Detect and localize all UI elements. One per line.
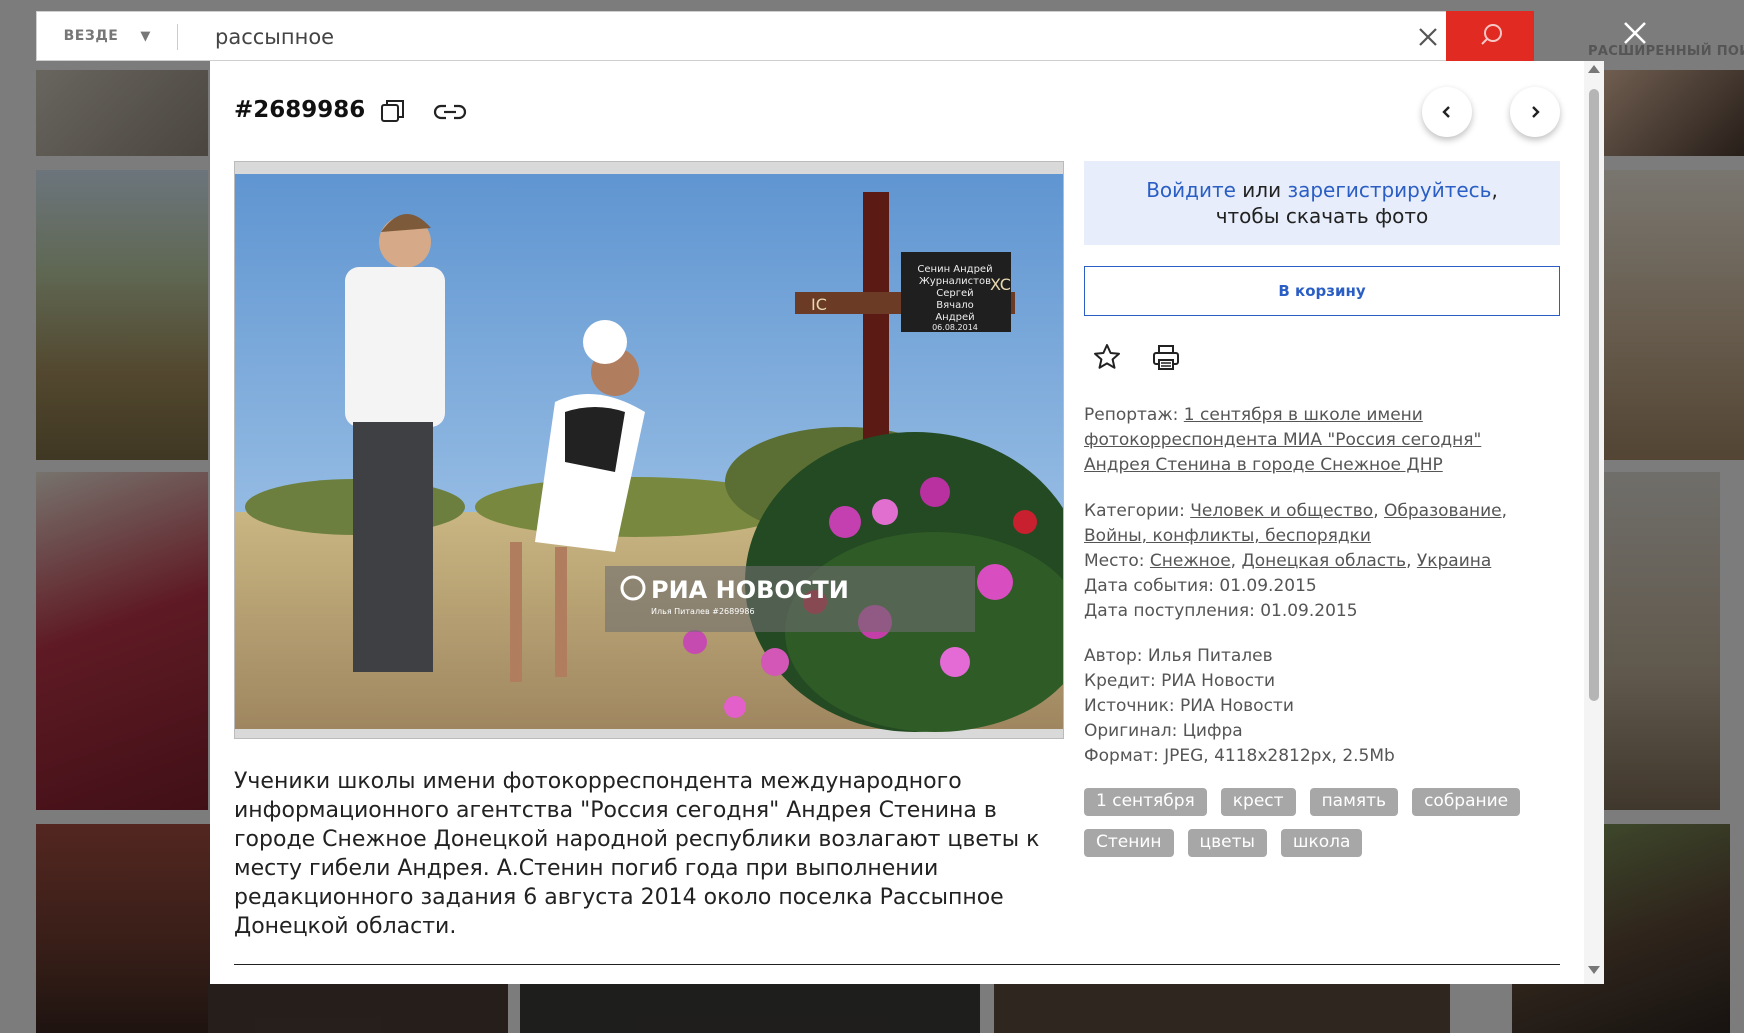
tag-chip[interactable]: 1 сентября xyxy=(1084,788,1207,816)
clear-icon[interactable] xyxy=(1413,22,1443,52)
login-comma: , xyxy=(1491,178,1498,202)
place-link[interactable]: Донецкая область xyxy=(1241,551,1406,571)
tag-chip[interactable]: собрание xyxy=(1412,788,1521,816)
tag-chip[interactable]: школа xyxy=(1280,829,1363,857)
received-date: Дата поступления: 01.09.2015 xyxy=(1084,601,1358,621)
previous-photo-button[interactable] xyxy=(1422,87,1472,137)
reportage-link-line-2[interactable]: фотокорреспондента МИА "Россия сегодня" xyxy=(1084,430,1481,450)
plaque-text-4: Вячало xyxy=(936,300,973,311)
main-photo[interactable]: Сенин Андрей Журналистов Сергей Вячало А… xyxy=(234,161,1064,739)
modal-scrollbar[interactable] xyxy=(1584,61,1604,984)
photo-modal: #2689986 Сенин Андрей Журналистов Сергей… xyxy=(210,61,1604,984)
cross-letters-left: IC xyxy=(811,295,827,314)
advanced-search-link[interactable]: РАСШИРЕННЫЙ ПОИ xyxy=(1588,44,1744,59)
plaque-text-1: Сенин Андрей xyxy=(917,264,992,275)
watermark-credit: Илья Питалев #2689986 xyxy=(651,607,755,616)
login-download-text: чтобы скачать фото xyxy=(1215,204,1429,228)
plaque-text-2: Журналистов xyxy=(919,276,991,287)
search-input[interactable] xyxy=(213,18,1417,56)
reportage-block: Репортаж: 1 сентября в школе имени фоток… xyxy=(1084,403,1560,478)
add-to-cart-button[interactable]: В корзину xyxy=(1084,266,1560,316)
details-block: Категории: Человек и общество, Образован… xyxy=(1084,499,1560,624)
register-link[interactable]: зарегистрируйтесь xyxy=(1287,178,1491,202)
chevron-left-icon xyxy=(1442,106,1450,118)
place-label: Место: xyxy=(1084,551,1150,571)
file-format: Формат: JPEG, 4118x2812px, 2.5Mb xyxy=(1084,746,1395,766)
place-link[interactable]: Снежное xyxy=(1150,551,1231,571)
event-date: Дата события: 01.09.2015 xyxy=(1084,576,1317,596)
reportage-label: Репортаж: xyxy=(1084,405,1184,425)
tag-chip[interactable]: цветы xyxy=(1187,829,1267,857)
watermark-brand: РИА НОВОСТИ xyxy=(651,576,849,604)
cross-letters-right: XC xyxy=(990,275,1011,294)
divider xyxy=(234,964,1560,965)
tag-list: 1 сентября крест память собрание Стенин … xyxy=(1084,788,1560,857)
search-icon xyxy=(1481,24,1502,45)
copy-icon[interactable] xyxy=(378,96,408,126)
search-scope-label: ВЕЗДЕ xyxy=(63,28,119,44)
scroll-down-arrow-icon[interactable] xyxy=(1588,966,1600,974)
search-scope-dropdown[interactable]: ВЕЗДЕ ▼ xyxy=(37,12,177,60)
search-bar: ВЕЗДЕ ▼ xyxy=(36,11,1534,61)
link-icon[interactable] xyxy=(432,97,468,127)
login-link[interactable]: Войдите xyxy=(1146,178,1236,202)
source: Источник: РИА Новости xyxy=(1084,696,1294,716)
reportage-link-line-3[interactable]: Андрея Стенина в городе Снежное ДНР xyxy=(1084,455,1443,475)
author-block: Автор: Илья Питалев Кредит: РИА Новости … xyxy=(1084,644,1560,769)
chevron-right-icon xyxy=(1532,106,1540,118)
category-link[interactable]: Образование xyxy=(1384,501,1502,521)
printer-icon[interactable] xyxy=(1151,343,1181,373)
place-link[interactable]: Украина xyxy=(1417,551,1491,571)
search-divider xyxy=(177,24,178,50)
original: Оригинал: Цифра xyxy=(1084,721,1243,741)
photo-id: #2689986 xyxy=(234,97,366,123)
login-or-text: или xyxy=(1235,178,1288,202)
category-link[interactable]: Войны, конфликты, беспорядки xyxy=(1084,526,1371,546)
plaque-text-3: Сергей xyxy=(936,288,973,299)
credit: Кредит: РИА Новости xyxy=(1084,671,1276,691)
photo-scene: Сенин Андрей Журналистов Сергей Вячало А… xyxy=(235,162,1063,738)
tag-chip[interactable]: Стенин xyxy=(1084,829,1174,857)
scroll-thumb[interactable] xyxy=(1589,89,1599,701)
reportage-link-line-1[interactable]: 1 сентября в школе имени xyxy=(1184,405,1423,425)
categories-label: Категории: xyxy=(1084,501,1191,521)
login-prompt: Войдите или зарегистрируйтесь, чтобы ска… xyxy=(1084,161,1560,245)
search-button[interactable] xyxy=(1446,11,1534,61)
scroll-up-arrow-icon[interactable] xyxy=(1588,65,1600,73)
tag-chip[interactable]: память xyxy=(1309,788,1399,816)
photo-caption: Ученики школы имени фотокорреспондента м… xyxy=(234,769,1040,939)
plaque-text-6: 06.08.2014 xyxy=(932,323,978,332)
chevron-down-icon: ▼ xyxy=(140,28,151,44)
star-icon[interactable] xyxy=(1092,342,1122,372)
next-photo-button[interactable] xyxy=(1510,87,1560,137)
plaque-text-5: Андрей xyxy=(935,312,974,323)
category-link[interactable]: Человек и общество xyxy=(1190,501,1373,521)
tag-chip[interactable]: крест xyxy=(1220,788,1296,816)
author: Автор: Илья Питалев xyxy=(1084,646,1273,666)
